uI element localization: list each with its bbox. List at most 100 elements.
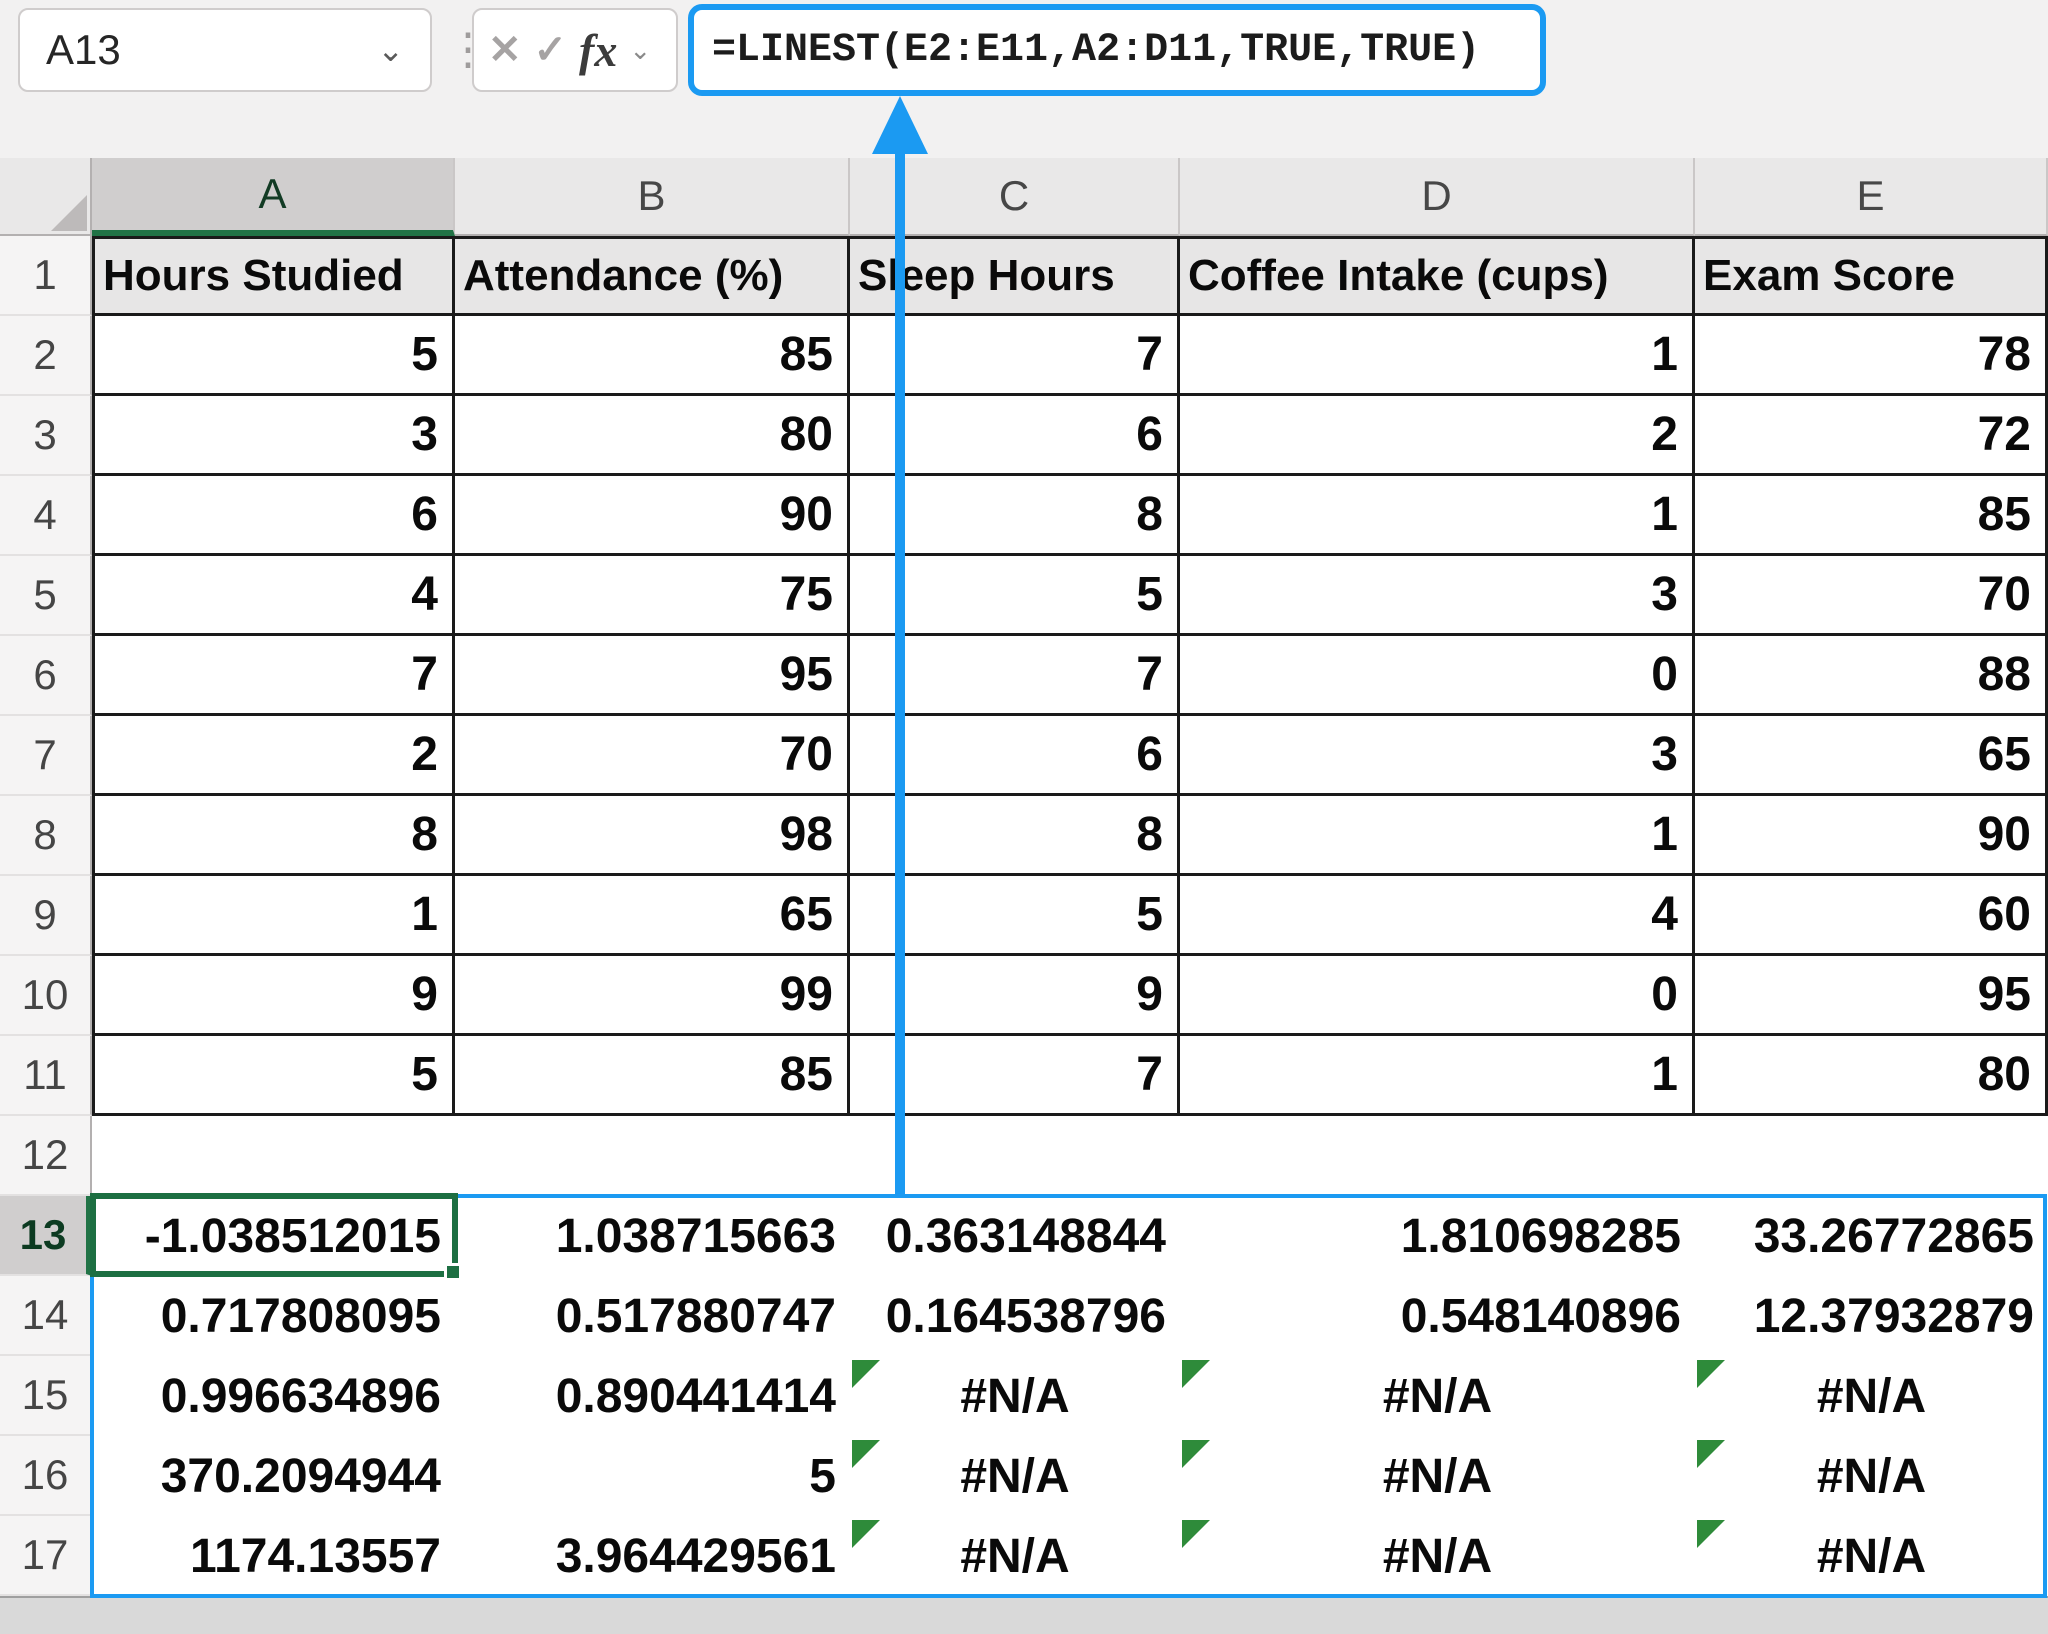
cell-A9[interactable]: 1 [92,876,455,956]
cell-B4[interactable]: 90 [455,476,850,556]
row-header-14[interactable]: 14 [0,1276,92,1356]
cell-E15[interactable]: #N/A [1695,1356,2048,1436]
cell-A11[interactable]: 5 [92,1036,455,1116]
cell-D14[interactable]: 0.548140896 [1180,1276,1695,1356]
cell-A15[interactable]: 0.996634896 [92,1356,455,1436]
cell-D9[interactable]: 4 [1180,876,1695,956]
cell-E13[interactable]: 33.26772865 [1695,1196,2048,1276]
column-header-A[interactable]: A [92,158,455,236]
cell-B14[interactable]: 0.517880747 [455,1276,850,1356]
cell-E11[interactable]: 80 [1695,1036,2048,1116]
cell-A12[interactable] [92,1116,455,1196]
cell-B1[interactable]: Attendance (%) [455,236,850,316]
cell-C3[interactable]: 6 [850,396,1180,476]
name-box-chevron-down-icon[interactable]: ⌄ [377,31,404,69]
cell-B7[interactable]: 70 [455,716,850,796]
row-header-2[interactable]: 2 [0,316,92,396]
cell-B2[interactable]: 85 [455,316,850,396]
cell-A6[interactable]: 7 [92,636,455,716]
cell-D4[interactable]: 1 [1180,476,1695,556]
cell-E14[interactable]: 12.37932879 [1695,1276,2048,1356]
cell-C13[interactable]: 0.363148844 [850,1196,1180,1276]
row-header-5[interactable]: 5 [0,556,92,636]
cell-A8[interactable]: 8 [92,796,455,876]
cell-C14[interactable]: 0.164538796 [850,1276,1180,1356]
cell-D10[interactable]: 0 [1180,956,1695,1036]
formula-input[interactable]: =LINEST(E2:E11,A2:D11,TRUE,TRUE) [688,4,1546,96]
cell-E5[interactable]: 70 [1695,556,2048,636]
cell-A2[interactable]: 5 [92,316,455,396]
column-header-D[interactable]: D [1180,158,1695,236]
cancel-icon[interactable]: ✕ [488,27,522,73]
cell-B12[interactable] [455,1116,850,1196]
cell-C10[interactable]: 9 [850,956,1180,1036]
cell-D6[interactable]: 0 [1180,636,1695,716]
cell-C6[interactable]: 7 [850,636,1180,716]
cell-E3[interactable]: 72 [1695,396,2048,476]
row-header-9[interactable]: 9 [0,876,92,956]
cell-C8[interactable]: 8 [850,796,1180,876]
cell-E9[interactable]: 60 [1695,876,2048,956]
cell-E17[interactable]: #N/A [1695,1516,2048,1596]
cell-B3[interactable]: 80 [455,396,850,476]
cell-A10[interactable]: 9 [92,956,455,1036]
cell-A5[interactable]: 4 [92,556,455,636]
cell-E16[interactable]: #N/A [1695,1436,2048,1516]
cell-D1[interactable]: Coffee Intake (cups) [1180,236,1695,316]
cell-C16[interactable]: #N/A [850,1436,1180,1516]
cell-A1[interactable]: Hours Studied [92,236,455,316]
cell-B16[interactable]: 5 [455,1436,850,1516]
column-header-B[interactable]: B [455,158,850,236]
cell-C5[interactable]: 5 [850,556,1180,636]
cell-A4[interactable]: 6 [92,476,455,556]
cell-E4[interactable]: 85 [1695,476,2048,556]
cell-D16[interactable]: #N/A [1180,1436,1695,1516]
cell-A13[interactable]: -1.038512015 [92,1196,455,1276]
cell-B11[interactable]: 85 [455,1036,850,1116]
cell-D13[interactable]: 1.810698285 [1180,1196,1695,1276]
fx-chevron-down-icon[interactable]: ⌄ [629,35,651,66]
row-header-8[interactable]: 8 [0,796,92,876]
cell-E2[interactable]: 78 [1695,316,2048,396]
name-box[interactable]: A13 ⌄ [18,8,432,92]
cell-A7[interactable]: 2 [92,716,455,796]
cell-B9[interactable]: 65 [455,876,850,956]
cell-B15[interactable]: 0.890441414 [455,1356,850,1436]
cell-C15[interactable]: #N/A [850,1356,1180,1436]
cell-B6[interactable]: 95 [455,636,850,716]
cell-D11[interactable]: 1 [1180,1036,1695,1116]
row-header-10[interactable]: 10 [0,956,92,1036]
column-header-E[interactable]: E [1695,158,2048,236]
row-header-6[interactable]: 6 [0,636,92,716]
select-all-corner[interactable] [0,158,92,236]
row-header-12[interactable]: 12 [0,1116,92,1196]
enter-icon[interactable]: ✓ [534,27,568,73]
cell-D2[interactable]: 1 [1180,316,1695,396]
row-header-1[interactable]: 1 [0,236,92,316]
cell-D15[interactable]: #N/A [1180,1356,1695,1436]
cell-A3[interactable]: 3 [92,396,455,476]
row-header-16[interactable]: 16 [0,1436,92,1516]
cell-A17[interactable]: 1174.13557 [92,1516,455,1596]
cell-D3[interactable]: 2 [1180,396,1695,476]
row-header-17[interactable]: 17 [0,1516,92,1596]
cell-D8[interactable]: 1 [1180,796,1695,876]
cell-C11[interactable]: 7 [850,1036,1180,1116]
cell-E10[interactable]: 95 [1695,956,2048,1036]
insert-function-icon[interactable]: fx [579,24,617,77]
row-header-15[interactable]: 15 [0,1356,92,1436]
cell-E8[interactable]: 90 [1695,796,2048,876]
row-header-13[interactable]: 13 [0,1196,92,1276]
cell-B17[interactable]: 3.964429561 [455,1516,850,1596]
cell-D5[interactable]: 3 [1180,556,1695,636]
row-header-7[interactable]: 7 [0,716,92,796]
cell-B5[interactable]: 75 [455,556,850,636]
cell-C2[interactable]: 7 [850,316,1180,396]
cell-B13[interactable]: 1.038715663 [455,1196,850,1276]
cell-A16[interactable]: 370.2094944 [92,1436,455,1516]
cell-C4[interactable]: 8 [850,476,1180,556]
column-header-C[interactable]: C [850,158,1180,236]
row-header-4[interactable]: 4 [0,476,92,556]
cell-D17[interactable]: #N/A [1180,1516,1695,1596]
cell-C9[interactable]: 5 [850,876,1180,956]
